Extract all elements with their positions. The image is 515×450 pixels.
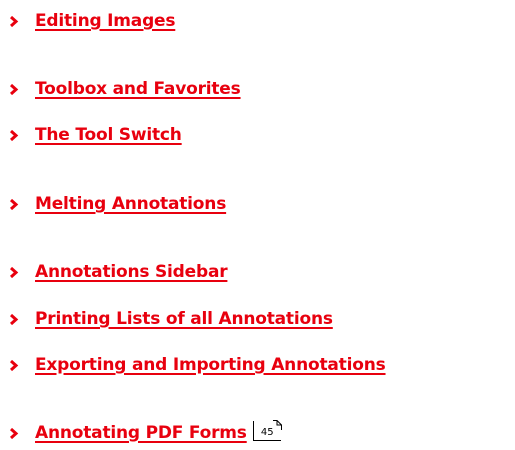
toc-link-exporting-importing[interactable]: Exporting and Importing Annotations	[35, 355, 386, 375]
chevron-right-icon	[0, 258, 35, 286]
toc-entry-editing-images: Editing Images	[0, 7, 175, 35]
toc-entry-annotations-sidebar: Annotations Sidebar	[0, 258, 228, 286]
chevron-right-icon	[0, 419, 35, 447]
toc-entry-toolbox-and-favorites: Toolbox and Favorites	[0, 75, 241, 103]
page-reference-box[interactable]: 45	[252, 420, 282, 441]
toc-link-annotating-pdf-forms[interactable]: Annotating PDF Forms	[35, 423, 247, 443]
toc-entry-printing-lists: Printing Lists of all Annotations	[0, 305, 333, 333]
chevron-right-icon	[0, 121, 35, 149]
toc-link-toolbox-and-favorites[interactable]: Toolbox and Favorites	[35, 79, 241, 99]
chevron-right-icon	[0, 7, 35, 35]
toc-entry-tool-switch: The Tool Switch	[0, 121, 182, 149]
toc-link-melting-annotations[interactable]: Melting Annotations	[35, 194, 226, 214]
toc-entry-annotating-pdf-forms: Annotating PDF Forms 45	[0, 419, 282, 447]
toc-link-annotations-sidebar[interactable]: Annotations Sidebar	[35, 262, 228, 282]
chevron-right-icon	[0, 190, 35, 218]
toc-link-tool-switch[interactable]: The Tool Switch	[35, 125, 182, 145]
table-of-contents: Editing Images Toolbox and Favorites The…	[0, 0, 515, 450]
toc-link-printing-lists[interactable]: Printing Lists of all Annotations	[35, 309, 333, 329]
chevron-right-icon	[0, 75, 35, 103]
chevron-right-icon	[0, 305, 35, 333]
toc-entry-melting-annotations: Melting Annotations	[0, 190, 226, 218]
toc-link-editing-images[interactable]: Editing Images	[35, 11, 175, 31]
page-reference-number: 45	[260, 427, 274, 438]
chevron-right-icon	[0, 351, 35, 379]
page-corner-icon	[272, 420, 282, 430]
toc-entry-exporting-importing: Exporting and Importing Annotations	[0, 351, 386, 379]
